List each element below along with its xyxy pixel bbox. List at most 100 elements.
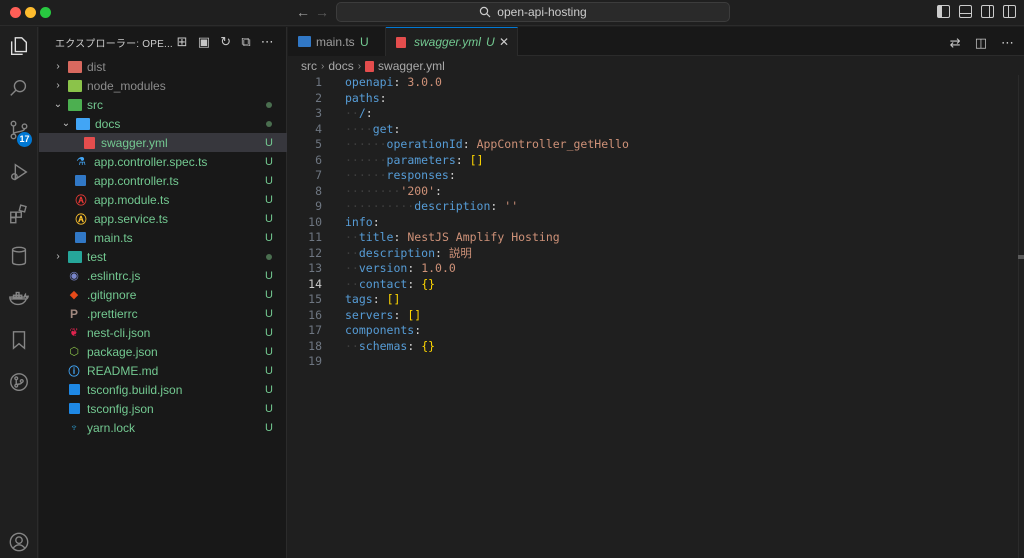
refresh-icon[interactable]: ↻ [220, 35, 231, 49]
line-number: 13 [308, 261, 322, 275]
code-line[interactable]: 9 ··········description: '' [288, 199, 1018, 215]
tree-item-nest-cli[interactable]: ❦ nest-cli.json U [39, 323, 287, 342]
folder-node-icon [68, 79, 82, 92]
tab-swagger-yml[interactable]: swagger.yml U ✕ [386, 27, 518, 56]
code-line[interactable]: 6 ······parameters: [] [288, 153, 1018, 169]
new-file-icon[interactable]: ⊞ [177, 35, 188, 49]
tree-item-package-json[interactable]: ⬡ package.json U [39, 342, 287, 361]
code-line[interactable]: 1 openapi: 3.0.0 [288, 75, 1018, 91]
line-number: 14 [308, 276, 322, 291]
code-line[interactable]: 17 components: [288, 323, 1018, 339]
tree-item-readme[interactable]: ⓘ README.md U [39, 361, 287, 380]
chevron-right-icon: › [321, 60, 325, 72]
tree-item-swagger-yml[interactable]: swagger.yml U [39, 133, 287, 152]
bookmark-icon[interactable] [0, 321, 38, 359]
collapse-all-icon[interactable]: ⧉ [241, 35, 250, 49]
code-line[interactable]: 2 paths: [288, 91, 1018, 107]
tree-item-app-controller-spec[interactable]: ⚗ app.controller.spec.ts U [39, 152, 287, 171]
code-line[interactable]: 13 ··version: 1.0.0 [288, 261, 1018, 277]
extensions-icon[interactable] [0, 195, 38, 233]
tree-item-app-controller[interactable]: app.controller.ts U [39, 171, 287, 190]
code-text: ··schemas: {} [345, 338, 436, 353]
tree-item-eslintrc[interactable]: ◉ .eslintrc.js U [39, 266, 287, 285]
more-actions-icon[interactable]: ⋯ [261, 35, 274, 49]
code-editor[interactable]: 1 openapi: 3.0.0 2 paths: 3 ··/: 4 ····get: 5 ···… [288, 75, 1018, 370]
code-line[interactable]: 7 ······responses: [288, 168, 1018, 184]
tsconfig-icon [69, 384, 80, 395]
service-icon: Ⓐ [75, 213, 87, 226]
code-line[interactable]: 5 ······operationId: AppController_getHel… [288, 137, 1018, 153]
code-line[interactable]: 4 ····get: [288, 122, 1018, 138]
nodejs-icon: ⬡ [69, 346, 79, 358]
git-icon: ◆ [69, 289, 79, 301]
forward-arrow-icon[interactable]: → [315, 4, 329, 20]
window-title: open-api-hosting [497, 5, 587, 19]
breadcrumb-src[interactable]: src [301, 59, 317, 73]
code-line[interactable]: 18 ··schemas: {} [288, 339, 1018, 355]
breadcrumb-docs[interactable]: docs [328, 59, 353, 73]
tree-item-src[interactable]: ⌄ src [39, 95, 287, 114]
tree-item-app-service[interactable]: Ⓐ app.service.ts U [39, 209, 287, 228]
toggle-secondary-sidebar-icon[interactable] [981, 5, 994, 18]
tsconfig-icon [69, 403, 80, 414]
modified-dot [266, 120, 272, 127]
tree-item-prettierrc[interactable]: P .prettierrc U [39, 304, 287, 323]
code-text: ········'200': [345, 183, 442, 198]
maximize-window-button[interactable] [40, 7, 51, 18]
minimize-window-button[interactable] [25, 7, 36, 18]
tree-item-test[interactable]: › test [39, 247, 287, 266]
explorer-icon[interactable] [0, 27, 38, 65]
customize-layout-icon[interactable] [1003, 5, 1016, 18]
code-text: ··description: 説明 [345, 245, 472, 260]
tree-item-yarn-lock[interactable]: ♆ yarn.lock U [39, 418, 287, 437]
tree-item-docs[interactable]: ⌄ docs [39, 114, 287, 133]
toggle-panel-icon[interactable] [959, 5, 972, 18]
code-line[interactable]: 15 tags: [] [288, 292, 1018, 308]
line-number: 5 [315, 137, 322, 151]
code-line[interactable]: 12 ··description: 説明 [288, 246, 1018, 262]
line-number: 17 [308, 323, 322, 337]
tree-item-dist[interactable]: › dist [39, 57, 287, 76]
docker-icon[interactable] [0, 279, 38, 317]
run-debug-icon[interactable] [0, 153, 38, 191]
back-arrow-icon[interactable]: ← [296, 4, 310, 20]
tree-item-tsconfig-build[interactable]: tsconfig.build.json U [39, 380, 287, 399]
tree-item-node-modules[interactable]: › node_modules [39, 76, 287, 95]
split-editor-icon[interactable]: ◫ [975, 35, 987, 51]
line-number: 12 [308, 245, 322, 260]
line-number: 19 [308, 354, 322, 368]
code-line[interactable]: 8 ········'200': [288, 184, 1018, 200]
editor-scrollbar[interactable] [1018, 75, 1024, 558]
more-actions-icon[interactable]: ⋯ [1001, 35, 1014, 51]
layout-controls [937, 5, 1016, 18]
code-line[interactable]: 16 servers: [] [288, 308, 1018, 324]
new-folder-icon[interactable]: ▣ [198, 35, 210, 49]
tree-item-gitignore[interactable]: ◆ .gitignore U [39, 285, 287, 304]
code-line[interactable]: 14 ··contact: {} [288, 277, 1018, 293]
source-control-badge: 17 [17, 132, 32, 147]
eslint-icon: ◉ [69, 270, 79, 282]
tree-item-app-module[interactable]: Ⓐ app.module.ts U [39, 190, 287, 209]
search-activity-icon[interactable] [0, 69, 38, 107]
toggle-primary-sidebar-icon[interactable] [937, 5, 950, 18]
source-control-icon[interactable]: 17 [0, 111, 38, 149]
code-line[interactable]: 3 ··/: [288, 106, 1018, 122]
code-text: ······operationId: AppController_getHell… [345, 137, 629, 151]
close-window-button[interactable] [10, 7, 21, 18]
code-line[interactable]: 19 [288, 354, 1018, 370]
code-line[interactable]: 11 ··title: NestJS Amplify Hosting [288, 230, 1018, 246]
command-center-search[interactable]: open-api-hosting [336, 2, 730, 22]
git-graph-icon[interactable] [0, 363, 38, 401]
chevron-right-icon: › [357, 60, 362, 72]
code-text: ··contact: {} [345, 276, 436, 291]
code-line[interactable]: 10 info: [288, 215, 1018, 231]
database-icon[interactable] [0, 237, 38, 275]
breadcrumb-file[interactable]: swagger.yml [378, 59, 445, 73]
tab-main-ts[interactable]: main.ts U [288, 27, 386, 56]
tree-item-main-ts[interactable]: main.ts U [39, 228, 287, 247]
tree-item-tsconfig[interactable]: tsconfig.json U [39, 399, 287, 418]
line-number: 11 [308, 230, 322, 244]
account-icon[interactable] [0, 523, 38, 558]
compare-changes-icon[interactable]: ⇄ [950, 35, 961, 51]
close-tab-icon[interactable]: ✕ [499, 35, 509, 49]
